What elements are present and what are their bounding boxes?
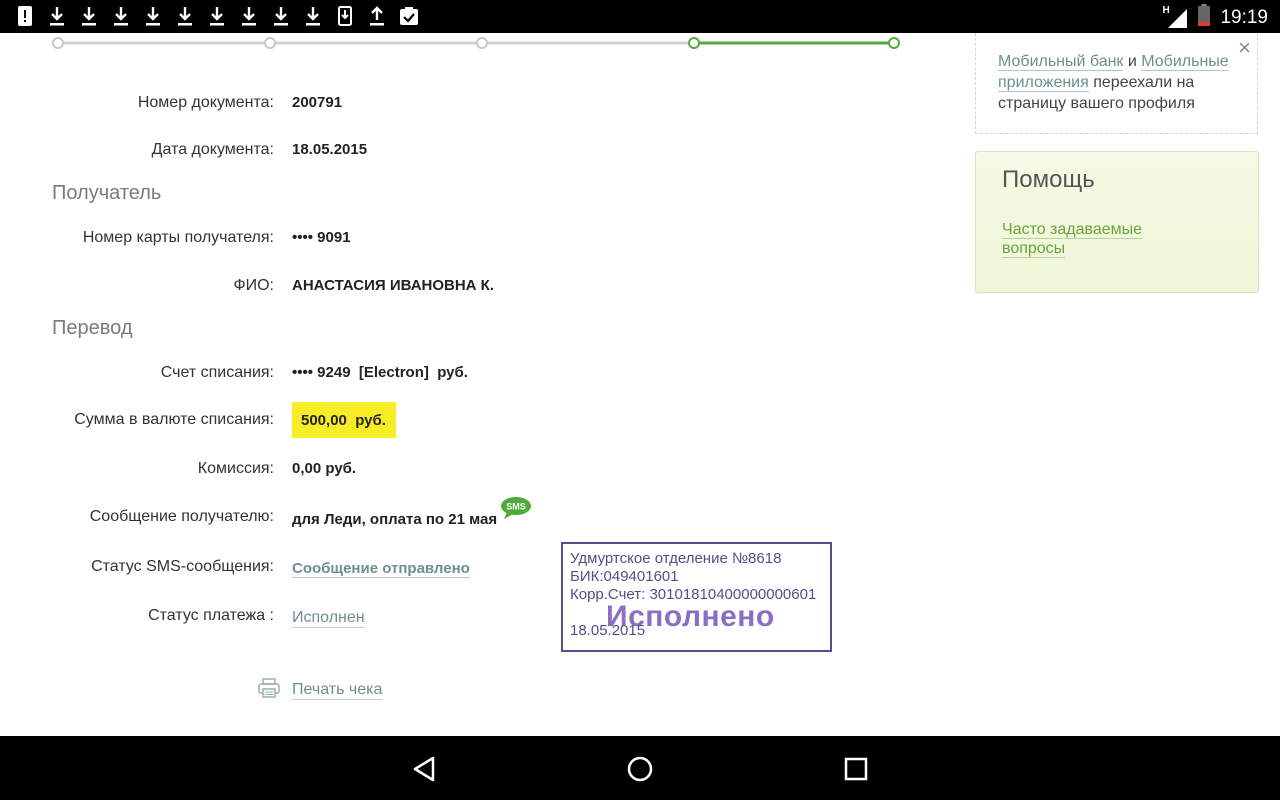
download-icon	[270, 5, 291, 27]
system-status: H 19:19	[1162, 4, 1268, 31]
step-5-dot	[888, 37, 900, 49]
file-download-icon	[334, 5, 355, 27]
download-icon	[302, 5, 323, 27]
navigation-bar	[0, 736, 1280, 800]
payment-status-link[interactable]: Исполнен	[292, 609, 365, 628]
notification-icons	[14, 5, 419, 27]
home-icon[interactable]	[623, 752, 657, 786]
download-icon	[238, 5, 259, 27]
recipient-card-label: Номер карты получателя:	[82, 229, 274, 246]
download-icon	[142, 5, 163, 27]
download-icon	[206, 5, 227, 27]
help-title: Помощь	[1002, 166, 1095, 193]
status-bar: H 19:19	[0, 0, 1280, 33]
doc-date-value: 18.05.2015	[292, 141, 368, 158]
recipient-name-value: АНАСТАСИЯ ИВАНОВНА К.	[292, 277, 495, 294]
step-4-dot	[688, 37, 700, 49]
recipient-card-row: Номер карты получателя: •••• 9091	[0, 229, 960, 259]
debit-account-value: •••• 9249 [Electron] руб.	[292, 364, 468, 381]
download-icon	[174, 5, 195, 27]
doc-number-label: Номер документа:	[137, 94, 274, 111]
payment-status-label: Статус платежа :	[148, 607, 274, 624]
doc-date-row: Дата документа: 18.05.2015	[0, 141, 960, 171]
network-badge: H	[1162, 4, 1170, 16]
mobile-bank-link[interactable]: Мобильный банк	[998, 53, 1124, 71]
fee-row: Комиссия: 0,00 руб.	[0, 460, 960, 490]
recipient-card-value: •••• 9091	[292, 229, 351, 246]
bank-stamp: Удмуртское отделение №8618 БИК:049401601…	[561, 542, 832, 652]
download-icon	[110, 5, 131, 27]
page-content: Номер документа: 200791 Дата документа: …	[0, 33, 1280, 736]
print-receipt-link[interactable]: Печать чека	[292, 681, 383, 700]
step-2-dot	[264, 37, 276, 49]
doc-number-value: 200791	[292, 94, 343, 111]
fee-value: 0,00 руб.	[292, 460, 357, 477]
doc-date-label: Дата документа:	[151, 141, 274, 158]
stamp-line-bik: БИК:049401601	[570, 568, 679, 585]
amount-label: Сумма в валюте списания:	[74, 411, 274, 428]
doc-number-row: Номер документа: 200791	[0, 94, 960, 124]
recipient-section-title: Получатель	[52, 182, 162, 204]
sms-icon: SMS	[500, 496, 532, 525]
faq-link-wrap: Часто задаваемые вопросы	[1002, 220, 1162, 258]
message-value: для Леди, оплата по 21 мая	[292, 511, 498, 528]
profile-moved-notice: × Мобильный банк и Мобильные приложения …	[975, 33, 1258, 134]
signal-icon: H	[1162, 5, 1188, 29]
help-panel: Помощь Часто задаваемые вопросы	[975, 151, 1259, 293]
back-icon[interactable]	[407, 752, 441, 786]
debit-account-row: Счет списания: •••• 9249 [Electron] руб.	[0, 364, 960, 394]
step-3-dot	[476, 37, 488, 49]
printer-icon	[258, 678, 280, 703]
stamp-line-branch: Удмуртское отделение №8618	[570, 550, 782, 567]
download-icon	[78, 5, 99, 27]
sms-status-label: Статус SMS-сообщения:	[91, 558, 274, 575]
print-receipt-button[interactable]: Печать чека	[258, 678, 383, 703]
debit-account-label: Счет списания:	[160, 364, 274, 381]
amount-value: 500,00 руб.	[292, 402, 396, 438]
message-row: Сообщение получателю: для Леди, оплата п…	[0, 497, 960, 538]
recipient-name-row: ФИО: АНАСТАСИЯ ИВАНОВНА К.	[0, 277, 960, 307]
notice-text: Мобильный банк и Мобильные приложения пе…	[998, 51, 1238, 114]
battery-icon	[1198, 4, 1211, 31]
clipboard-check-icon	[398, 5, 419, 27]
faq-link[interactable]: Часто задаваемые вопросы	[1002, 221, 1143, 258]
transfer-section-title: Перевод	[52, 317, 133, 339]
download-icon	[46, 5, 67, 27]
recents-icon[interactable]	[839, 752, 873, 786]
message-label: Сообщение получателю:	[89, 508, 274, 525]
upload-icon	[366, 5, 387, 27]
alert-icon	[14, 5, 35, 27]
sms-status-link[interactable]: Сообщение отправлено	[292, 560, 470, 578]
step-1-dot	[52, 37, 64, 49]
sms-badge-text: SMS	[506, 502, 526, 512]
step-progress	[52, 37, 900, 49]
recipient-name-label: ФИО:	[233, 277, 274, 294]
notice-and: и	[1123, 53, 1142, 70]
amount-row: Сумма в валюте списания: 500,00 руб.	[0, 402, 960, 441]
close-icon[interactable]: ×	[1238, 35, 1251, 61]
fee-label: Комиссия:	[197, 460, 274, 477]
clock: 19:19	[1220, 6, 1268, 28]
